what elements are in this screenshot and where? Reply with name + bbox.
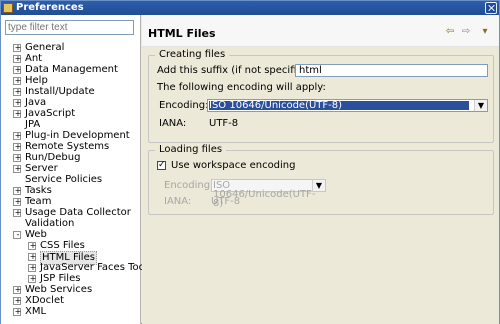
expand-icon[interactable]: + [13, 99, 21, 107]
loading-files-group: Loading files ✓ Use workspace encoding E… [148, 144, 494, 215]
loading-encoding-label: Encoding: [164, 180, 214, 191]
expand-icon[interactable]: + [28, 242, 36, 250]
expand-icon[interactable]: + [13, 77, 21, 85]
page-title: HTML Files [148, 27, 216, 40]
creating-files-title: Creating files [155, 49, 230, 60]
preferences-window: Preferences + General + Ant + Data Manag… [0, 0, 500, 324]
expand-icon[interactable]: + [13, 297, 21, 305]
expand-icon[interactable]: + [13, 110, 21, 118]
preference-page: HTML Files ⇦ ⇨ ▾ Creating files Add this… [142, 15, 499, 324]
page-header: HTML Files ⇦ ⇨ ▾ [142, 15, 499, 47]
suffix-value: html [299, 65, 322, 76]
preferences-icon [3, 3, 13, 13]
loading-encoding-select[interactable]: ISO 10646/Unicode(UTF-8) ▼ [211, 179, 326, 209]
loading-iana-label: IANA: [164, 196, 192, 207]
expand-icon[interactable]: + [28, 253, 36, 261]
collapse-icon[interactable]: - [13, 231, 21, 239]
expand-icon[interactable]: + [13, 165, 21, 173]
expand-icon[interactable]: + [13, 154, 21, 162]
close-button[interactable] [485, 2, 497, 14]
encoding-intro-text: The following encoding will apply: [157, 82, 326, 93]
dropdown-arrow-icon[interactable]: ▼ [312, 180, 325, 191]
window-title: Preferences [16, 2, 84, 13]
creating-files-group: Creating files Add this suffix (if not s… [148, 49, 494, 143]
expand-icon[interactable]: + [28, 264, 36, 272]
loading-files-title: Loading files [155, 144, 227, 155]
expand-icon[interactable]: + [13, 209, 21, 217]
expand-icon[interactable]: + [13, 143, 21, 151]
filter-input[interactable] [5, 20, 134, 35]
expand-icon[interactable]: + [13, 44, 21, 52]
use-workspace-encoding-label: Use workspace encoding [171, 160, 296, 171]
view-menu-icon[interactable]: ▾ [477, 26, 493, 38]
expand-icon[interactable]: + [13, 55, 21, 63]
title-bar: Preferences [1, 1, 499, 15]
encoding-label: Encoding: [159, 100, 209, 111]
iana-value: UTF-8 [209, 118, 239, 129]
loading-iana-value: UTF-8 [211, 196, 241, 207]
expand-icon[interactable]: + [13, 66, 21, 74]
encoding-select[interactable]: ISO 10646/Unicode(UTF-8) ▼ [207, 99, 488, 112]
sidebar: + General + Ant + Data Management + Help… [1, 15, 148, 324]
loading-encoding-value: ISO 10646/Unicode(UTF-8) [213, 180, 316, 209]
forward-arrow-icon[interactable]: ⇨ [458, 26, 474, 38]
encoding-select-value: ISO 10646/Unicode(UTF-8) [209, 101, 469, 111]
iana-label: IANA: [159, 118, 187, 129]
expand-icon[interactable]: + [28, 275, 36, 283]
dropdown-arrow-icon[interactable]: ▼ [474, 100, 487, 111]
expand-icon[interactable]: + [13, 308, 21, 316]
suffix-input[interactable]: html [295, 64, 488, 77]
back-arrow-icon[interactable]: ⇦ [442, 26, 458, 38]
expand-icon[interactable]: + [13, 286, 21, 294]
use-workspace-encoding-checkbox[interactable]: ✓ [157, 161, 166, 170]
suffix-label: Add this suffix (if not specified): [157, 65, 317, 76]
expand-icon[interactable]: + [13, 132, 21, 140]
expand-icon[interactable]: + [13, 187, 21, 195]
expand-icon[interactable]: + [13, 198, 21, 206]
expand-icon[interactable]: + [13, 88, 21, 96]
